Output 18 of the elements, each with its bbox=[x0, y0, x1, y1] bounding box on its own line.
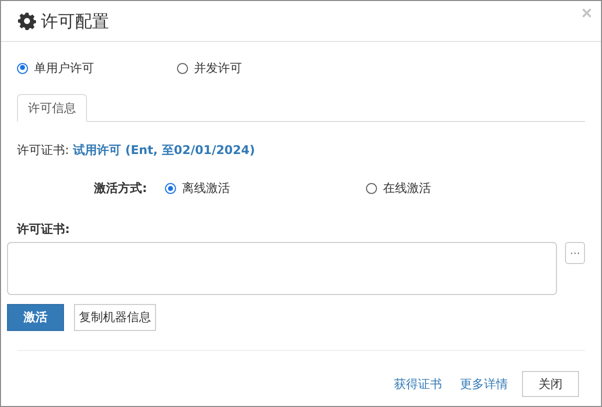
footer-link[interactable]: 获得证书 bbox=[394, 376, 442, 392]
license-value: 试用许可 (Ent, 至02/01/2024) bbox=[73, 142, 255, 159]
radio-option[interactable]: 在线激活 bbox=[366, 180, 431, 197]
radio-option[interactable]: 单用户许可 bbox=[17, 60, 177, 76]
certificate-label: 许可证书: bbox=[17, 221, 71, 238]
copy-button[interactable]: 复制机器信息 bbox=[74, 304, 156, 331]
window-title: 许可配置 bbox=[41, 10, 109, 32]
settings-icon bbox=[18, 12, 36, 30]
browse-button[interactable]: ··· bbox=[565, 242, 585, 264]
footer-link[interactable]: 更多详情 bbox=[460, 376, 508, 392]
close-dialog-button[interactable]: 关闭 bbox=[522, 371, 579, 397]
activate-button[interactable]: 激活 bbox=[7, 304, 64, 331]
tab[interactable]: 许可信息 bbox=[17, 94, 87, 122]
certificate-field[interactable] bbox=[7, 242, 558, 295]
license-label: 许可证书: bbox=[17, 142, 70, 159]
activation-label: 激活方式: bbox=[93, 180, 147, 197]
radio-option[interactable]: 并发许可 bbox=[177, 60, 242, 76]
radio-option[interactable]: 离线激活 bbox=[165, 180, 366, 197]
